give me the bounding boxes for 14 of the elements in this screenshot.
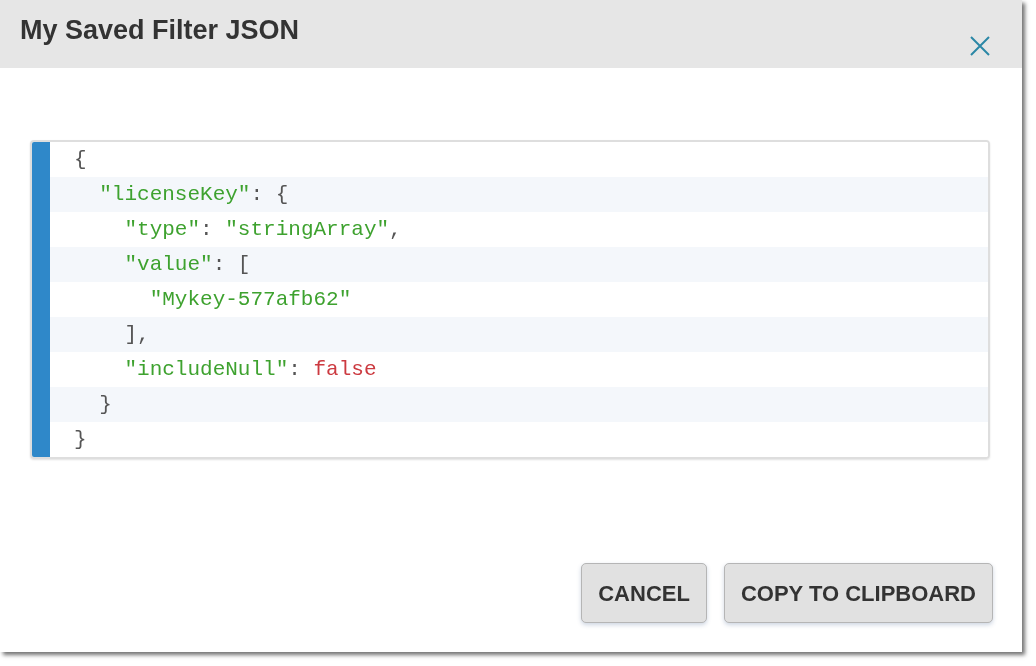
code-line: } xyxy=(99,393,112,416)
code-line: ], xyxy=(124,323,150,346)
code-line: "type": "stringArray", xyxy=(124,218,402,241)
code-line: } xyxy=(74,428,87,451)
code-line: { xyxy=(74,148,87,171)
dialog-button[interactable]: COPY TO CLIPBOARD xyxy=(723,563,993,623)
dialog-button[interactable]: CANCEL xyxy=(581,563,707,623)
code-line: "Mykey-577afb62" xyxy=(149,288,352,311)
close-icon xyxy=(970,36,990,56)
code-line: "includeNull": false xyxy=(124,358,377,381)
code-line: "licenseKey": { xyxy=(99,183,289,206)
code-line: "value": [ xyxy=(124,253,251,276)
close-button[interactable] xyxy=(968,34,992,58)
dialog-title: My Saved Filter JSON xyxy=(20,14,300,46)
